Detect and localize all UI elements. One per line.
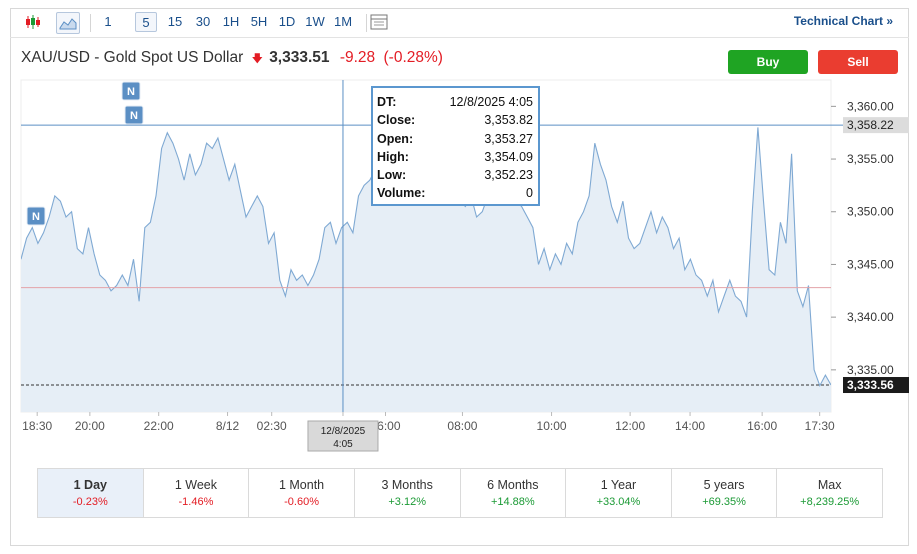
y-tick-label: 3,345.00 bbox=[847, 257, 894, 271]
y-tick-label: 3,335.00 bbox=[847, 363, 894, 377]
x-tick-label: 08:00 bbox=[447, 419, 477, 433]
y-tick-label: 3,360.00 bbox=[847, 99, 894, 113]
crosshair-price-label: 3,358.22 bbox=[847, 118, 894, 132]
x-tick-label: 16:00 bbox=[747, 419, 777, 433]
y-tick-label: 3,340.00 bbox=[847, 310, 894, 324]
tooltip-row-low: Low: 3,352.23 bbox=[377, 168, 533, 183]
crosshair-time-clock: 4:05 bbox=[333, 439, 353, 450]
x-tick-label: 22:00 bbox=[144, 419, 174, 433]
y-axis: 3,335.00 3,340.00 3,345.00 3,350.00 3,355.00… bbox=[831, 99, 909, 394]
period-1-year[interactable]: 1 Year +33.04% bbox=[566, 469, 672, 517]
x-axis: 18:3020:0022:008/1202:3004:0506:0008:001… bbox=[22, 412, 835, 452]
x-tick-label: 18:30 bbox=[22, 419, 52, 433]
x-tick-label: 20:00 bbox=[75, 419, 105, 433]
tooltip-row-high: High: 3,354.09 bbox=[377, 149, 533, 164]
crosshair-time-date: 12/8/2025 bbox=[321, 426, 366, 437]
news-marker-label: N bbox=[32, 211, 40, 223]
tooltip-row-datetime: DT: 12/8/2025 4:05 bbox=[377, 95, 533, 109]
period-1-month[interactable]: 1 Month -0.60% bbox=[249, 469, 355, 517]
tooltip-row-close: Close: 3,353.82 bbox=[377, 113, 533, 128]
period-max[interactable]: Max +8,239.25% bbox=[777, 469, 882, 517]
news-marker-label: N bbox=[130, 110, 138, 122]
x-tick-label: 02:30 bbox=[257, 419, 287, 433]
last-price-label: 3,333.56 bbox=[847, 378, 894, 392]
period-5-years[interactable]: 5 years +69.35% bbox=[672, 469, 778, 517]
news-marker-label: N bbox=[127, 86, 135, 98]
tooltip-row-open: Open: 3,353.27 bbox=[377, 131, 533, 146]
performance-periods: 1 Day -0.23% 1 Week -1.46% 1 Month -0.60% 3… bbox=[37, 468, 883, 518]
period-1-day[interactable]: 1 Day -0.23% bbox=[38, 469, 144, 517]
data-tooltip: DT: 12/8/2025 4:05 Close: 3,353.82 Open: 3,… bbox=[371, 86, 540, 206]
period-3-months[interactable]: 3 Months +3.12% bbox=[355, 469, 461, 517]
x-tick-label: 14:00 bbox=[675, 419, 705, 433]
x-tick-label: 17:30 bbox=[805, 419, 835, 433]
period-1-week[interactable]: 1 Week -1.46% bbox=[144, 469, 250, 517]
period-6-months[interactable]: 6 Months +14.88% bbox=[461, 469, 567, 517]
y-tick-label: 3,355.00 bbox=[847, 152, 894, 166]
tooltip-row-volume: Volume: 0 bbox=[377, 186, 533, 201]
x-tick-label: 10:00 bbox=[537, 419, 567, 433]
y-tick-label: 3,350.00 bbox=[847, 205, 894, 219]
x-tick-label: 12:00 bbox=[615, 419, 645, 433]
x-tick-label: 8/12 bbox=[216, 419, 240, 433]
